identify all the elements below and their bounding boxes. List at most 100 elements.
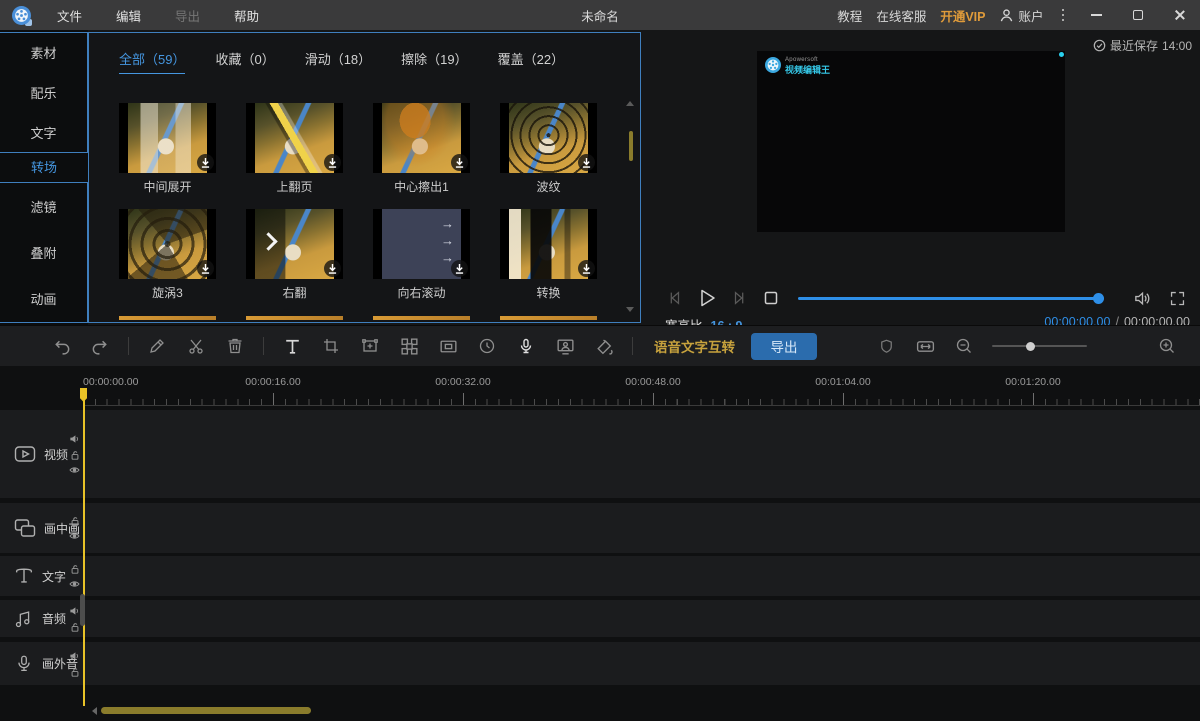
track-lock-icon[interactable] — [70, 666, 80, 677]
track-list: 视频 画中画 — [0, 410, 1200, 685]
transition-item[interactable]: 波纹 — [500, 103, 597, 195]
edit-pencil-icon[interactable] — [146, 335, 168, 357]
track-audio[interactable]: 音频 — [0, 600, 1200, 637]
last-saved-status: 最近保存 14:00 — [1093, 37, 1192, 54]
track-lock-icon[interactable] — [70, 450, 80, 461]
track-volume-icon[interactable] — [69, 650, 80, 661]
transition-item[interactable]: →→→ 向右滚动 — [373, 209, 470, 301]
track-lock-icon[interactable] — [70, 516, 80, 527]
transition-item[interactable]: 转换 — [500, 209, 597, 301]
panel-scroll-up-icon[interactable] — [626, 101, 634, 106]
transition-item[interactable]: 旋涡3 — [119, 209, 216, 301]
transition-item[interactable]: 中间展开 — [119, 103, 216, 195]
transition-item[interactable]: 中心擦出1 — [373, 103, 470, 195]
menu-file[interactable]: 文件 — [49, 6, 90, 25]
tab-wipe[interactable]: 擦除（19） — [401, 49, 467, 74]
sidebar-item-music[interactable]: 配乐 — [0, 77, 87, 108]
video-preview-stage[interactable]: Apowersoft 视频编辑王 — [757, 51, 1065, 232]
download-icon[interactable] — [197, 154, 214, 171]
transition-item[interactable]: 上翻页 — [246, 103, 343, 195]
track-text[interactable]: 文字 — [0, 556, 1200, 596]
track-pip[interactable]: 画中画 — [0, 503, 1200, 553]
scroll-left-arrow-icon[interactable] — [92, 707, 97, 715]
more-menu-icon[interactable] — [1058, 9, 1069, 22]
track-scrollbar-thumb[interactable] — [80, 594, 85, 626]
tab-slide[interactable]: 滑动（18） — [305, 49, 371, 74]
undo-icon[interactable] — [50, 335, 72, 357]
timeline-zoom-slider[interactable] — [992, 345, 1087, 347]
horizontal-scrollbar-thumb[interactable] — [101, 707, 311, 714]
export-button[interactable]: 导出 — [751, 333, 817, 360]
split-scissors-icon[interactable] — [185, 335, 207, 357]
fit-timeline-icon[interactable] — [914, 335, 936, 357]
sidebar-item-text[interactable]: 文字 — [0, 117, 87, 148]
transition-item[interactable]: 右翻 — [246, 209, 343, 301]
track-lock-icon[interactable] — [70, 621, 80, 632]
stop-button[interactable] — [763, 283, 779, 313]
mosaic-icon[interactable] — [398, 335, 420, 357]
text-tool-icon[interactable] — [281, 335, 303, 357]
stage-resize-handle[interactable] — [1059, 52, 1064, 57]
download-icon[interactable] — [451, 260, 468, 277]
download-icon[interactable] — [324, 260, 341, 277]
maximize-button[interactable] — [1124, 0, 1152, 30]
zoom-out-icon[interactable] — [953, 335, 975, 357]
screen-record-icon[interactable] — [554, 335, 576, 357]
download-icon[interactable] — [451, 154, 468, 171]
track-volume-icon[interactable] — [69, 605, 80, 616]
play-button[interactable] — [695, 283, 719, 313]
menu-help[interactable]: 帮助 — [226, 6, 267, 25]
timeline-zoom-slider-thumb[interactable] — [1026, 342, 1035, 351]
timeline-ruler[interactable]: 00:00:00.00 00:00:16.00 00:00:32.00 00:0… — [0, 370, 1200, 406]
crop-icon[interactable] — [320, 335, 342, 357]
track-video[interactable]: 视频 — [0, 410, 1200, 498]
zoom-in-icon[interactable] — [1156, 335, 1178, 357]
timeline-horizontal-scrollbar[interactable] — [0, 706, 1200, 715]
duration-clock-icon[interactable] — [476, 335, 498, 357]
tab-all[interactable]: 全部（59） — [119, 49, 185, 74]
next-frame-button[interactable] — [731, 283, 749, 313]
tab-favorites[interactable]: 收藏（0） — [215, 49, 274, 74]
scroll-right-arrows-icon: →→→ — [441, 217, 454, 264]
download-icon[interactable] — [324, 154, 341, 171]
redo-icon[interactable] — [89, 335, 111, 357]
download-icon[interactable] — [578, 154, 595, 171]
zoom-region-icon[interactable] — [359, 335, 381, 357]
download-icon[interactable] — [578, 260, 595, 277]
download-icon[interactable] — [197, 260, 214, 277]
track-volume-icon[interactable] — [69, 434, 80, 445]
speech-text-convert-link[interactable]: 语音文字互转 — [654, 336, 735, 356]
pip-frame-icon[interactable] — [437, 335, 459, 357]
seek-thumb[interactable] — [1093, 293, 1104, 304]
tab-cover[interactable]: 覆盖（22） — [498, 49, 564, 74]
seek-bar[interactable] — [798, 297, 1104, 300]
panel-scroll-down-icon[interactable] — [626, 307, 634, 312]
edit-toolbar: 语音文字互转 导出 — [0, 325, 1200, 366]
sidebar-item-overlays[interactable]: 叠附 — [0, 237, 87, 268]
panel-scrollbar-thumb[interactable] — [629, 131, 633, 161]
marker-shield-icon[interactable] — [875, 335, 897, 357]
menu-edit[interactable]: 编辑 — [108, 6, 149, 25]
fullscreen-icon[interactable] — [1169, 283, 1186, 313]
track-visibility-icon[interactable] — [69, 466, 80, 475]
close-button[interactable] — [1166, 0, 1194, 30]
minimize-button[interactable] — [1082, 0, 1110, 30]
sidebar-item-transitions[interactable]: 转场 — [0, 153, 88, 182]
sidebar-item-media[interactable]: 素材 — [0, 37, 87, 68]
microphone-icon[interactable] — [515, 335, 537, 357]
tutorial-link[interactable]: 教程 — [837, 6, 862, 25]
track-visibility-icon[interactable] — [69, 532, 80, 541]
account-button[interactable]: 账户 — [999, 6, 1043, 25]
sidebar-item-filters[interactable]: 滤镜 — [0, 191, 87, 222]
vip-link[interactable]: 开通VIP — [940, 6, 985, 25]
support-link[interactable]: 在线客服 — [876, 6, 926, 25]
track-lock-icon[interactable] — [70, 564, 80, 575]
track-visibility-icon[interactable] — [69, 580, 80, 589]
chroma-key-icon[interactable] — [593, 335, 615, 357]
sidebar-item-animation[interactable]: 动画 — [0, 283, 87, 314]
previous-frame-button[interactable] — [665, 283, 683, 313]
playhead-line — [83, 388, 85, 706]
track-voiceover[interactable]: 画外音 — [0, 642, 1200, 685]
volume-icon[interactable] — [1133, 283, 1152, 313]
delete-trash-icon[interactable] — [224, 335, 246, 357]
